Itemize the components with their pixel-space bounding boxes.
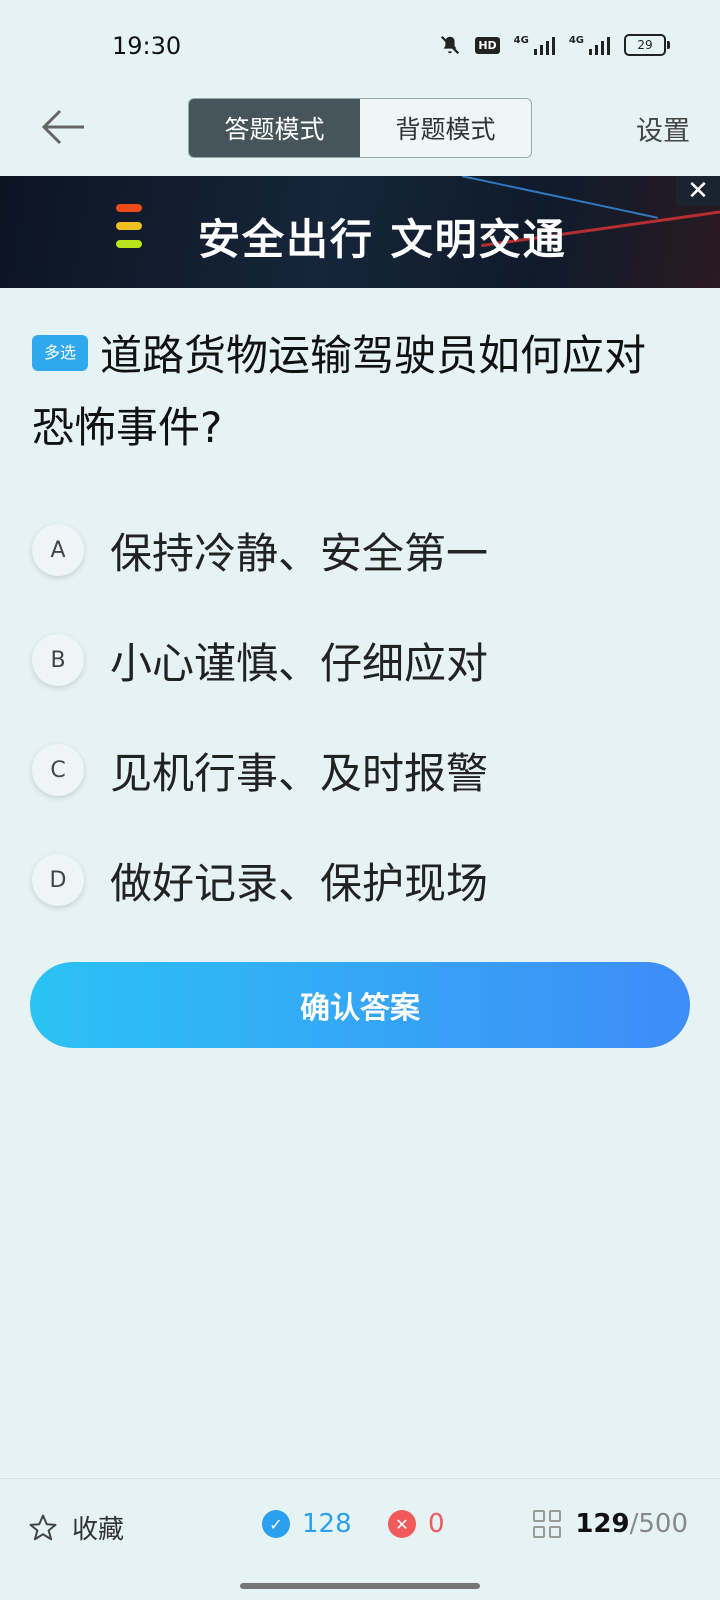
battery-icon: 29 <box>624 34 670 56</box>
total-questions: /500 <box>629 1509 688 1539</box>
option-text: 见机行事、及时报警 <box>110 748 489 798</box>
back-arrow-icon[interactable] <box>38 107 88 147</box>
banner-text: 安全出行 文明交通 <box>198 215 567 264</box>
check-icon: ✓ <box>262 1510 290 1538</box>
mute-bell-icon <box>441 35 460 55</box>
bottom-bar: 收藏 ✓ 128 ✕ 0 129/500 <box>0 1478 720 1569</box>
grid-icon <box>533 1510 562 1538</box>
option-letter: A <box>32 524 84 576</box>
traffic-light-icon <box>116 204 142 248</box>
status-time: 19:30 <box>112 32 182 60</box>
option-letter: C <box>32 744 84 796</box>
status-bar: 19:30 HD 4G 4G 29 <box>0 0 720 90</box>
mode-switch: 答题模式 背题模式 <box>188 98 532 158</box>
tab-recite-mode[interactable]: 背题模式 <box>360 99 531 157</box>
option-c[interactable]: C 见机行事、及时报警 <box>32 740 672 800</box>
question-text: 道路货物运输驾驶员如何应对恐怖事件? <box>32 331 647 452</box>
option-text: 做好记录、保护现场 <box>110 858 489 908</box>
wrong-count: ✕ 0 <box>388 1509 445 1539</box>
ad-banner[interactable]: 安全出行 文明交通 <box>0 176 720 288</box>
current-question-number: 129 <box>575 1509 630 1539</box>
banner-close-button[interactable]: ✕ <box>676 176 720 206</box>
top-header: 答题模式 背题模式 设置 <box>0 95 720 161</box>
option-letter: B <box>32 634 84 686</box>
star-icon <box>29 1514 57 1540</box>
option-b[interactable]: B 小心谨慎、仔细应对 <box>32 630 672 690</box>
wrong-count-value: 0 <box>428 1509 445 1539</box>
cross-icon: ✕ <box>388 1510 416 1538</box>
home-indicator <box>240 1583 480 1589</box>
option-text: 小心谨慎、仔细应对 <box>110 638 489 688</box>
confirm-answer-button[interactable]: 确认答案 <box>30 962 690 1048</box>
option-letter: D <box>32 854 84 906</box>
question-progress[interactable]: 129/500 <box>533 1509 688 1539</box>
settings-button[interactable]: 设置 <box>636 109 690 148</box>
signal-icon-1: 4G <box>514 35 555 55</box>
status-icons: HD 4G 4G 29 <box>439 34 670 56</box>
correct-count: ✓ 128 <box>262 1509 352 1539</box>
favorite-label: 收藏 <box>72 1515 125 1545</box>
option-text: 保持冷静、安全第一 <box>110 528 489 578</box>
question: 多选 道路货物运输驾驶员如何应对恐怖事件? <box>32 320 662 464</box>
tab-answer-mode[interactable]: 答题模式 <box>189 99 360 157</box>
option-a[interactable]: A 保持冷静、安全第一 <box>32 520 672 580</box>
option-d[interactable]: D 做好记录、保护现场 <box>32 850 672 910</box>
hd-icon: HD <box>475 36 500 54</box>
question-type-badge: 多选 <box>32 334 89 371</box>
correct-count-value: 128 <box>302 1509 352 1539</box>
favorite-button[interactable]: 收藏 <box>28 1509 124 1546</box>
signal-icon-2: 4G <box>569 35 610 55</box>
